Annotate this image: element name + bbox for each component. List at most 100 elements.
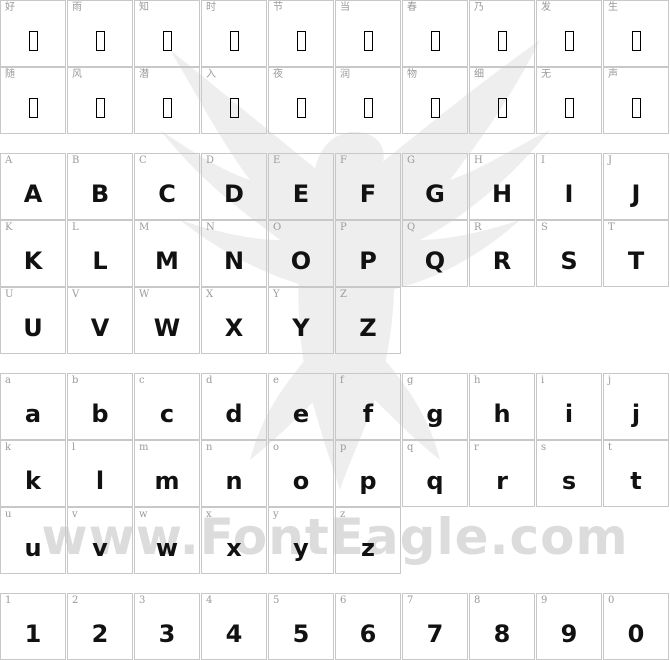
glyph-label: y	[273, 509, 279, 520]
glyph-cell: 无	[536, 67, 602, 134]
glyph-sample: D	[224, 179, 244, 208]
glyph-sample: e	[292, 399, 310, 428]
glyph-sample: 7	[426, 619, 444, 648]
missing-glyph-icon	[269, 15, 333, 66]
glyph-cell: gg	[402, 373, 468, 440]
glyph-sample: K	[23, 246, 43, 275]
glyph-sample: 4	[225, 619, 243, 648]
glyph-cell: 夜	[268, 67, 334, 134]
missing-glyph-box-icon	[28, 30, 38, 51]
glyph-label: c	[139, 375, 145, 386]
glyph-cell: 入	[201, 67, 267, 134]
glyph-cell: 时	[201, 0, 267, 67]
glyph-cell: PP	[335, 220, 401, 287]
glyph-cell: 11	[0, 593, 66, 660]
missing-glyph-icon	[269, 82, 333, 133]
missing-glyph-box-icon	[497, 30, 507, 51]
glyph-label: u	[5, 509, 12, 520]
glyph-label: s	[541, 442, 547, 453]
glyph-sample: S	[560, 246, 578, 275]
glyph-label: W	[139, 289, 150, 300]
glyph-label: M	[139, 222, 150, 233]
glyph-cell: KK	[0, 220, 66, 287]
glyph-sample: Y	[292, 313, 310, 342]
glyph-label: Y	[273, 289, 280, 300]
glyph-label: 1	[5, 595, 12, 606]
glyph-sample: i	[564, 399, 574, 428]
glyph-cell: jj	[603, 373, 669, 440]
glyph-cell: 知	[134, 0, 200, 67]
glyph-sample: p	[359, 466, 377, 495]
glyph-sample: u	[24, 533, 42, 562]
missing-glyph-box-icon	[28, 97, 38, 118]
glyph-cell: 细	[469, 67, 535, 134]
glyph-cell: pp	[335, 440, 401, 507]
glyph-sample: y	[293, 533, 309, 562]
glyph-cell: 33	[134, 593, 200, 660]
glyph-sample: n	[225, 466, 243, 495]
glyph-label: d	[206, 375, 213, 386]
glyph-label: 乃	[474, 2, 484, 13]
glyph-label: g	[407, 375, 414, 386]
glyph-label: 入	[206, 69, 216, 80]
glyph-label: 3	[139, 595, 146, 606]
glyph-sample: W	[153, 313, 181, 342]
glyph-cell: 66	[335, 593, 401, 660]
missing-glyph-box-icon	[497, 97, 507, 118]
missing-glyph-icon	[403, 15, 467, 66]
glyph-cell: 22	[67, 593, 133, 660]
glyph-cell: SS	[536, 220, 602, 287]
glyph-label: 润	[340, 69, 350, 80]
glyph-sample: A	[23, 179, 43, 208]
glyph-sample: d	[225, 399, 243, 428]
glyph-cell: rr	[469, 440, 535, 507]
glyph-label: I	[541, 155, 545, 166]
glyph-label: 9	[541, 595, 548, 606]
glyph-sample: M	[155, 246, 179, 275]
glyph-cell: zz	[335, 507, 401, 574]
glyph-label: X	[206, 289, 214, 300]
glyph-label: a	[5, 375, 11, 386]
glyph-cell: WW	[134, 287, 200, 354]
glyph-cell: 当	[335, 0, 401, 67]
glyph-label: 细	[474, 69, 484, 80]
glyph-sample: P	[359, 246, 377, 275]
glyph-sample: J	[631, 179, 641, 208]
glyph-cell: oo	[268, 440, 334, 507]
glyph-label: h	[474, 375, 481, 386]
glyph-cell: NN	[201, 220, 267, 287]
glyph-sample: m	[154, 466, 180, 495]
glyph-cell: RR	[469, 220, 535, 287]
missing-glyph-icon	[135, 82, 199, 133]
missing-glyph-icon	[470, 15, 534, 66]
glyph-cell: 风	[67, 67, 133, 134]
glyph-label: 无	[541, 69, 551, 80]
glyph-sample: b	[91, 399, 109, 428]
glyph-sample: H	[491, 179, 513, 208]
glyph-label: f	[340, 375, 344, 386]
glyph-cell: 77	[402, 593, 468, 660]
glyph-sample: R	[492, 246, 512, 275]
glyph-label: v	[72, 509, 78, 520]
glyph-sample: o	[292, 466, 310, 495]
glyph-sample: Z	[359, 313, 377, 342]
glyph-cell: 雨	[67, 0, 133, 67]
glyph-cell: cc	[134, 373, 200, 440]
glyph-label: F	[340, 155, 347, 166]
glyph-cell: EE	[268, 153, 334, 220]
glyph-sample: E	[292, 179, 310, 208]
glyph-sample: v	[92, 533, 108, 562]
glyph-label: 节	[273, 2, 283, 13]
missing-glyph-icon	[68, 15, 132, 66]
glyph-sample: s	[561, 466, 577, 495]
missing-glyph-icon	[403, 82, 467, 133]
glyph-sample: t	[630, 466, 642, 495]
glyph-cell: ff	[335, 373, 401, 440]
glyph-label: 风	[72, 69, 82, 80]
glyph-label: H	[474, 155, 483, 166]
glyph-label: e	[273, 375, 279, 386]
glyph-sample: q	[426, 466, 444, 495]
missing-glyph-box-icon	[229, 97, 239, 118]
glyph-label: Z	[340, 289, 347, 300]
missing-glyph-box-icon	[162, 30, 172, 51]
